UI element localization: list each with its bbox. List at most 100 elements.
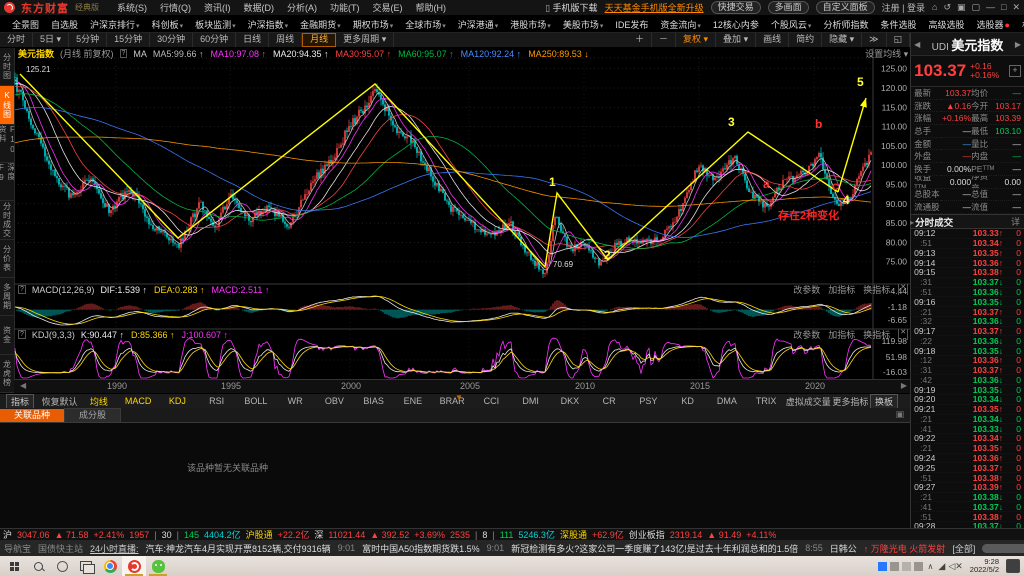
switch-panel-button[interactable]: 换板: [870, 394, 898, 409]
nav-item-沪深港通[interactable]: 沪深港通▾: [452, 18, 505, 31]
ticker-item[interactable]: ↑ 万隆光电 火箭发射: [864, 542, 946, 555]
eastmoney-taskbar-icon[interactable]: [122, 556, 146, 576]
indicator-tab-BOLL[interactable]: BOLL: [236, 396, 275, 406]
home-icon[interactable]: ⌂: [932, 2, 937, 13]
indicator-tab-KD[interactable]: KD: [668, 396, 707, 406]
side-tab-分时图[interactable]: 分时图: [0, 48, 14, 86]
indicator-tab-DKX[interactable]: DKX: [550, 396, 589, 406]
indicator-tab-TRIX[interactable]: TRIX: [747, 396, 786, 406]
period-日线[interactable]: 日线: [236, 33, 269, 47]
scroll-left-icon[interactable]: ◀: [20, 381, 26, 390]
time-sales-detail-link[interactable]: 详: [1011, 215, 1020, 228]
collapse-handle-icon[interactable]: ▼: [455, 393, 463, 402]
nav-item-沪深京排行[interactable]: 沪深京排行▾: [84, 18, 146, 31]
indicator-link-改参数[interactable]: 改参数: [793, 329, 820, 340]
indicator-tab-恢复默认[interactable]: 恢复默认: [40, 395, 79, 408]
adjust-button[interactable]: 复权 ▾: [676, 33, 716, 47]
chrome-icon[interactable]: [98, 556, 122, 576]
indicator-tab-虚拟成交量[interactable]: 虚拟成交量: [786, 395, 831, 408]
panel-maximize-icon[interactable]: ▣: [896, 409, 905, 420]
nav-item-板块监测[interactable]: 板块监测▾: [189, 18, 242, 31]
period-60分钟[interactable]: 60分钟: [193, 33, 236, 47]
side-tab-F10资料[interactable]: F10资料: [0, 125, 14, 163]
wechat-icon[interactable]: [146, 556, 170, 576]
nav-item-分析师指数[interactable]: 分析师指数: [817, 18, 874, 31]
time-sales-list[interactable]: 09:12103.33↑0:51103.34↑009:13103.35↑009:…: [911, 229, 1024, 528]
menu-item[interactable]: 系统(S): [117, 1, 147, 14]
nav-item-资金流向[interactable]: 资金流向▾: [654, 18, 707, 31]
side-tab-K线图[interactable]: K线图: [0, 86, 14, 124]
prev-instrument-icon[interactable]: ◀: [914, 40, 920, 49]
fund-promo-link[interactable]: 天天基金手机版全新升级: [605, 1, 704, 14]
nav-item-科创板[interactable]: 科创板▾: [146, 18, 190, 31]
indicator-tab-WR[interactable]: WR: [276, 396, 315, 406]
ticker-search-pill[interactable]: [982, 544, 1024, 553]
nav-item-港股市场[interactable]: 港股市场▾: [504, 18, 557, 31]
tray-icon[interactable]: [878, 562, 887, 571]
panel-collapse-icon[interactable]: ▸: [910, 218, 914, 227]
indicator-tab-ENE[interactable]: ENE: [393, 396, 432, 406]
side-tab-多周期[interactable]: 多周期: [0, 278, 14, 316]
indicator-tab-MACD[interactable]: MACD: [119, 396, 158, 406]
news-ticker-bar[interactable]: 导航宝国债快主站 24小时直播: 汽车:神龙汽车4月实现开票8152辆,交付9316…: [0, 540, 1024, 556]
maximize-button[interactable]: □: [1001, 2, 1006, 13]
tray-icon[interactable]: [890, 562, 899, 571]
close-button[interactable]: ✕: [1012, 2, 1020, 13]
tab-related-instruments[interactable]: 关联品种: [0, 409, 64, 422]
taskbar-clock[interactable]: 9:282022/5/2: [970, 558, 999, 574]
tray-expand-icon[interactable]: ∧: [928, 562, 934, 571]
login-link[interactable]: 登录: [907, 3, 925, 13]
speaker-muted-icon[interactable]: ◁✕: [948, 561, 962, 572]
indicator-tab-RSI[interactable]: RSI: [197, 396, 236, 406]
cortana-icon[interactable]: [50, 556, 74, 576]
tray-icon[interactable]: [914, 562, 923, 571]
notification-center-icon[interactable]: [1006, 559, 1020, 573]
time-axis-scrollbar[interactable]: ◀1990199520002005201020152020▶: [14, 379, 911, 394]
indicator-tab-CR[interactable]: CR: [590, 396, 629, 406]
close-icon[interactable]: ✕: [898, 329, 908, 340]
nav-item-全景图[interactable]: 全景图: [6, 18, 45, 31]
indicator-tab-均线[interactable]: 均线: [79, 395, 118, 408]
market-index-bar[interactable]: 沪3047.06▲ 71.58+2.41%1957|30|1454404.2亿沪…: [0, 528, 1024, 540]
menu-item[interactable]: 数据(D): [244, 1, 275, 14]
more-tools-button[interactable]: ≫: [862, 33, 886, 47]
ticker-item[interactable]: 24小时直播:: [90, 542, 139, 555]
help-icon[interactable]: ?: [18, 330, 26, 339]
ticker-item[interactable]: 新冠检测有多火?这家公司一季度赚了143亿!是过去十年利润总和的1.5倍: [511, 542, 798, 555]
indicator-tab-BIAS[interactable]: BIAS: [354, 396, 393, 406]
zoom-out-button[interactable]: －: [652, 33, 676, 47]
draw-button[interactable]: 画线: [756, 33, 789, 47]
nav-item-IDE发布[interactable]: IDE发布: [609, 18, 654, 31]
indicator-tab-CCI[interactable]: CCI: [472, 396, 511, 406]
zoom-in-button[interactable]: ＋: [628, 33, 652, 47]
ticker-item[interactable]: 汽车:神龙汽车4月实现开票8152辆,交付9316辆: [146, 542, 331, 555]
register-link[interactable]: 注册: [882, 3, 900, 13]
start-button[interactable]: [2, 556, 26, 576]
network-icon[interactable]: ◢: [938, 561, 945, 572]
indicator-link-改参数[interactable]: 改参数: [793, 284, 820, 295]
indicator-tab-DMA[interactable]: DMA: [707, 396, 746, 406]
period-月线[interactable]: 月线: [302, 33, 336, 47]
menu-item[interactable]: 交易(E): [373, 1, 403, 14]
nav-item-机构增仓[interactable]: 机构增仓: [1016, 18, 1024, 31]
tray-icon[interactable]: [902, 562, 911, 571]
ticker-item[interactable]: 9:01: [338, 543, 356, 553]
help-icon[interactable]: ?: [120, 49, 128, 58]
ticker-item[interactable]: 国债快主站: [38, 542, 83, 555]
period-5日[interactable]: 5日 ▾: [33, 33, 69, 47]
phone-download-link[interactable]: 手机版下载: [545, 1, 597, 14]
task-view-icon[interactable]: [74, 556, 98, 576]
next-instrument-icon[interactable]: ▶: [1015, 40, 1021, 49]
period-30分钟[interactable]: 30分钟: [150, 33, 193, 47]
indicator-tab-PSY[interactable]: PSY: [629, 396, 668, 406]
nav-item-高级选股[interactable]: 高级选股: [922, 18, 970, 31]
indicator-tab-DMI[interactable]: DMI: [511, 396, 550, 406]
menu-item[interactable]: 资讯(I): [204, 1, 231, 14]
nav-item-自选股[interactable]: 自选股: [45, 18, 84, 31]
menu-item[interactable]: 行情(Q): [160, 1, 191, 14]
ticker-item[interactable]: 导航宝: [4, 542, 31, 555]
search-icon[interactable]: [26, 556, 50, 576]
indicator-link-换指标[interactable]: 换指标: [863, 284, 890, 295]
indicator-link-加指标[interactable]: 加指标: [828, 284, 855, 295]
quick-trade-button[interactable]: 快捷交易: [711, 1, 761, 14]
